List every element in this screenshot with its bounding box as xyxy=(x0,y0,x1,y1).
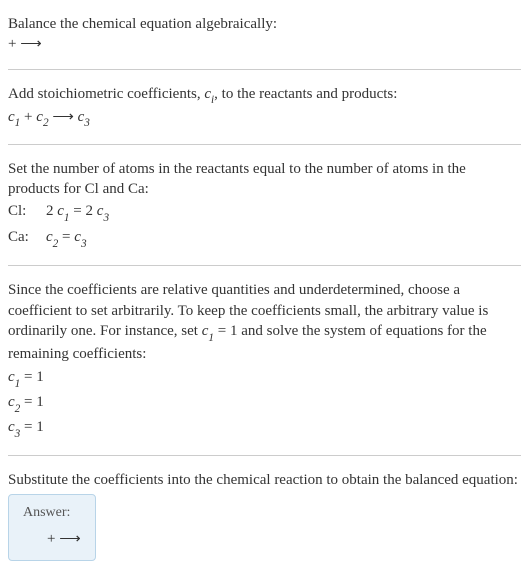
ci-sub: i xyxy=(211,94,214,106)
divider xyxy=(8,69,521,70)
divider xyxy=(8,455,521,456)
arrow-1: ⟶ xyxy=(49,109,78,125)
r3-v: = 1 xyxy=(20,419,43,435)
c1: c xyxy=(8,109,15,125)
result-c2: c2 = 1 xyxy=(8,391,521,416)
result-c1: c1 = 1 xyxy=(8,366,521,391)
section-stoichiometric: Add stoichiometric coefficients, ci, to … xyxy=(8,76,521,138)
ca-eq: = xyxy=(58,229,74,245)
r2-c: c xyxy=(8,394,15,410)
section-solve: Since the coefficients are relative quan… xyxy=(8,272,521,449)
cl-equation: 2 c1 = 2 c3 xyxy=(46,199,109,225)
ca-c3: c xyxy=(74,229,81,245)
plus-1: + xyxy=(20,109,36,125)
intro-equation: + ⟶ xyxy=(8,34,521,54)
ci-var: ci xyxy=(204,86,214,102)
substitute-text: Substitute the coefficients into the che… xyxy=(8,470,521,490)
r2-s: 2 xyxy=(15,403,21,415)
r3-c: c xyxy=(8,419,15,435)
section-answer: Substitute the coefficients into the che… xyxy=(8,462,521,569)
divider xyxy=(8,144,521,145)
stoich-text-a: Add stoichiometric coefficients, xyxy=(8,86,204,102)
cl-eq-2b: = 2 xyxy=(70,203,97,219)
cl-c1s: 1 xyxy=(64,212,70,224)
result-c3: c3 = 1 xyxy=(8,416,521,441)
atoms-text: Set the number of atoms in the reactants… xyxy=(8,159,521,200)
cl-c3s: 3 xyxy=(103,212,109,224)
r1-v: = 1 xyxy=(20,369,43,385)
c1-sub: 1 xyxy=(15,117,21,129)
solve-text: Since the coefficients are relative quan… xyxy=(8,280,521,364)
r2-v: = 1 xyxy=(20,394,43,410)
ci-c: c xyxy=(204,86,211,102)
stoich-text-b: , to the reactants and products: xyxy=(214,86,397,102)
ca-c3s: 3 xyxy=(81,238,87,250)
answer-box: Answer: + ⟶ xyxy=(8,494,96,561)
c3-sub: 3 xyxy=(84,117,90,129)
section-intro: Balance the chemical equation algebraica… xyxy=(8,6,521,63)
stoich-text: Add stoichiometric coefficients, ci, to … xyxy=(8,84,521,107)
section-atoms: Set the number of atoms in the reactants… xyxy=(8,151,521,260)
ca-c2: c xyxy=(46,229,53,245)
cl-label: Cl: xyxy=(8,199,36,225)
answer-label: Answer: xyxy=(23,505,81,521)
answer-equation: + ⟶ xyxy=(23,529,81,548)
r1-s: 1 xyxy=(15,378,21,390)
coefficient-results: c1 = 1 c2 = 1 c3 = 1 xyxy=(8,366,521,441)
c2-sub: 2 xyxy=(43,117,49,129)
intro-text: Balance the chemical equation algebraica… xyxy=(8,14,521,34)
ca-equation: c2 = c3 xyxy=(46,225,87,251)
answer-eq-text: + ⟶ xyxy=(47,531,81,547)
r1-c: c xyxy=(8,369,15,385)
cl-c1: c xyxy=(57,203,64,219)
r3-s: 3 xyxy=(15,428,21,440)
cl-row: Cl: 2 c1 = 2 c3 xyxy=(8,199,521,225)
ca-label: Ca: xyxy=(8,225,36,251)
eq-text: + ⟶ xyxy=(8,36,42,52)
stoich-equation: c1 + c2 ⟶ c3 xyxy=(8,107,521,130)
ca-c2s: 2 xyxy=(53,238,59,250)
set-cs: 1 xyxy=(208,332,214,344)
divider xyxy=(8,265,521,266)
set-c1: c1 = 1 xyxy=(202,323,238,339)
set-eq: = 1 xyxy=(214,323,237,339)
ca-row: Ca: c2 = c3 xyxy=(8,225,521,251)
cl-2a: 2 xyxy=(46,203,57,219)
c2: c xyxy=(36,109,43,125)
